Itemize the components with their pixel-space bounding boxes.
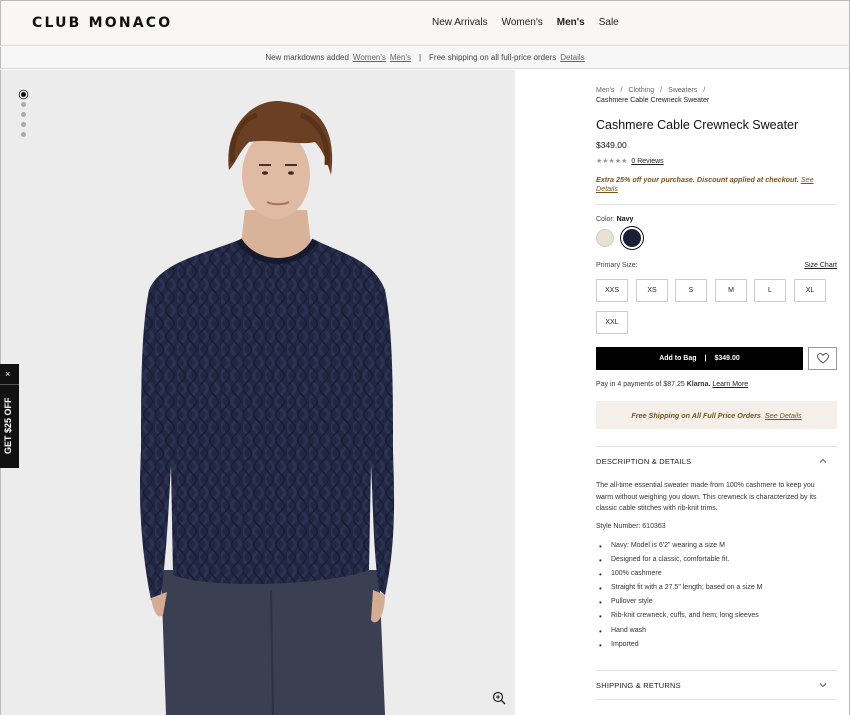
size-m[interactable]: M: [715, 279, 747, 302]
site-header: CLUB MONACO New Arrivals Women's Men's S…: [0, 0, 850, 46]
close-icon[interactable]: ×: [5, 369, 10, 379]
divider: [596, 204, 837, 205]
size-xl[interactable]: XL: [794, 279, 826, 302]
list-item: Navy: Model is 6'2" wearing a size M: [596, 542, 836, 556]
product-price: $349.00: [596, 140, 627, 150]
chevron-down-icon: [819, 683, 827, 688]
breadcrumb: Men's / Clothing / Sweaters /: [596, 87, 706, 94]
promo-shipping-text: Free shipping on all full-price orders: [429, 53, 557, 62]
add-to-bag-separator: |: [704, 355, 707, 362]
add-to-bag-price: $349.00: [714, 355, 740, 362]
product-title: Cashmere Cable Crewneck Sweater: [596, 118, 799, 132]
gallery-dot[interactable]: [21, 122, 26, 127]
main-nav: New Arrivals Women's Men's Sale: [432, 17, 633, 28]
add-to-bag-button[interactable]: Add to Bag | $349.00: [596, 347, 803, 370]
get-25-off-tab[interactable]: × GET $25 OFF: [0, 364, 19, 468]
gallery-dot[interactable]: [21, 112, 26, 117]
free-shipping-text: Free Shipping on All Full Price Orders: [631, 410, 761, 420]
description-body: The all-time essential sweater made from…: [596, 482, 817, 512]
reviews-link[interactable]: 0 Reviews: [631, 158, 663, 165]
gallery-dot[interactable]: [21, 132, 26, 137]
nav-mens[interactable]: Men's: [557, 17, 585, 28]
divider: [596, 670, 837, 671]
shipping-returns-heading: SHIPPING & RETURNS: [596, 681, 681, 690]
breadcrumb-clothing[interactable]: Clothing: [628, 87, 654, 94]
list-item: Rib-knit crewneck, cuffs, and hem; long …: [596, 612, 836, 626]
size-xxs[interactable]: XXS: [596, 279, 628, 302]
size-chart-link[interactable]: Size Chart: [804, 262, 837, 269]
breadcrumb-mens[interactable]: Men's: [596, 87, 614, 94]
rating: ★★★★★ 0 Reviews: [596, 157, 664, 166]
swatch-navy[interactable]: [623, 229, 641, 247]
brand-logo[interactable]: CLUB MONACO: [32, 15, 172, 31]
size-label: Primary Size:: [596, 262, 638, 269]
extra-offer: Extra 25% off your purchase. Discount ap…: [596, 175, 836, 193]
klarna-logo: Klarna.: [686, 381, 711, 388]
description-heading: DESCRIPTION & DETAILS: [596, 457, 692, 466]
promo-mens-link[interactable]: Men's: [390, 53, 411, 62]
gallery-dot[interactable]: [21, 92, 26, 97]
zoom-icon[interactable]: [492, 691, 506, 705]
nav-sale[interactable]: Sale: [599, 17, 619, 28]
size-xs[interactable]: XS: [636, 279, 668, 302]
promo-text: New markdowns added: [265, 53, 349, 62]
klarna-text: Pay in 4 payments of $87.25: [596, 381, 685, 388]
free-shipping-details-link[interactable]: See Details: [765, 411, 802, 420]
divider: [596, 446, 837, 447]
gallery-dot[interactable]: [21, 102, 26, 107]
list-item: Pullover style: [596, 598, 836, 612]
nav-womens[interactable]: Women's: [502, 17, 543, 28]
promo-bar: New markdowns added Women's Men's | Free…: [0, 47, 850, 69]
list-item: Designed for a classic, comfortable fit.: [596, 556, 836, 570]
swatch-cream[interactable]: [596, 229, 614, 247]
extra-offer-text: Extra 25% off your purchase. Discount ap…: [596, 175, 799, 184]
size-l[interactable]: L: [754, 279, 786, 302]
promo-details-link[interactable]: Details: [560, 53, 584, 62]
get-25-off-label[interactable]: GET $25 OFF: [3, 384, 13, 454]
product-image[interactable]: [0, 70, 515, 715]
heart-icon: [816, 353, 829, 364]
size-s[interactable]: S: [675, 279, 707, 302]
list-item: Imported: [596, 641, 836, 655]
star-rating-icon: ★★★★★: [596, 158, 628, 165]
style-number: Style Number: 610363: [596, 523, 666, 530]
klarna-info: Pay in 4 payments of $87.25 Klarna. Lear…: [596, 381, 748, 388]
klarna-learn-more-link[interactable]: Learn More: [712, 381, 748, 388]
nav-new-arrivals[interactable]: New Arrivals: [432, 17, 488, 28]
color-label: Color: Navy: [596, 216, 634, 223]
description-accordion-header[interactable]: DESCRIPTION & DETAILS: [596, 457, 837, 466]
free-shipping-banner: Free Shipping on All Full Price Orders S…: [596, 401, 837, 429]
model-photo: [140, 100, 395, 715]
promo-womens-link[interactable]: Women's: [353, 53, 386, 62]
divider: [596, 699, 837, 700]
list-item: 100% cashmere: [596, 570, 836, 584]
detail-bullets: Navy: Model is 6'2" wearing a size M Des…: [596, 542, 836, 655]
breadcrumb-sweaters[interactable]: Sweaters: [668, 87, 697, 94]
color-value: Navy: [616, 216, 634, 223]
size-xxl[interactable]: XXL: [596, 311, 628, 334]
promo-separator: |: [418, 53, 422, 62]
list-item: Hand wash: [596, 627, 836, 641]
gallery-dots: [21, 92, 26, 137]
list-item: Straight fit with a 27.5" length; based …: [596, 584, 836, 598]
chevron-up-icon: [819, 458, 827, 463]
breadcrumb-current: Cashmere Cable Crewneck Sweater: [596, 97, 710, 104]
add-to-bag-label: Add to Bag: [659, 355, 697, 362]
shipping-returns-accordion-header[interactable]: SHIPPING & RETURNS: [596, 681, 837, 690]
wishlist-button[interactable]: [808, 347, 837, 370]
